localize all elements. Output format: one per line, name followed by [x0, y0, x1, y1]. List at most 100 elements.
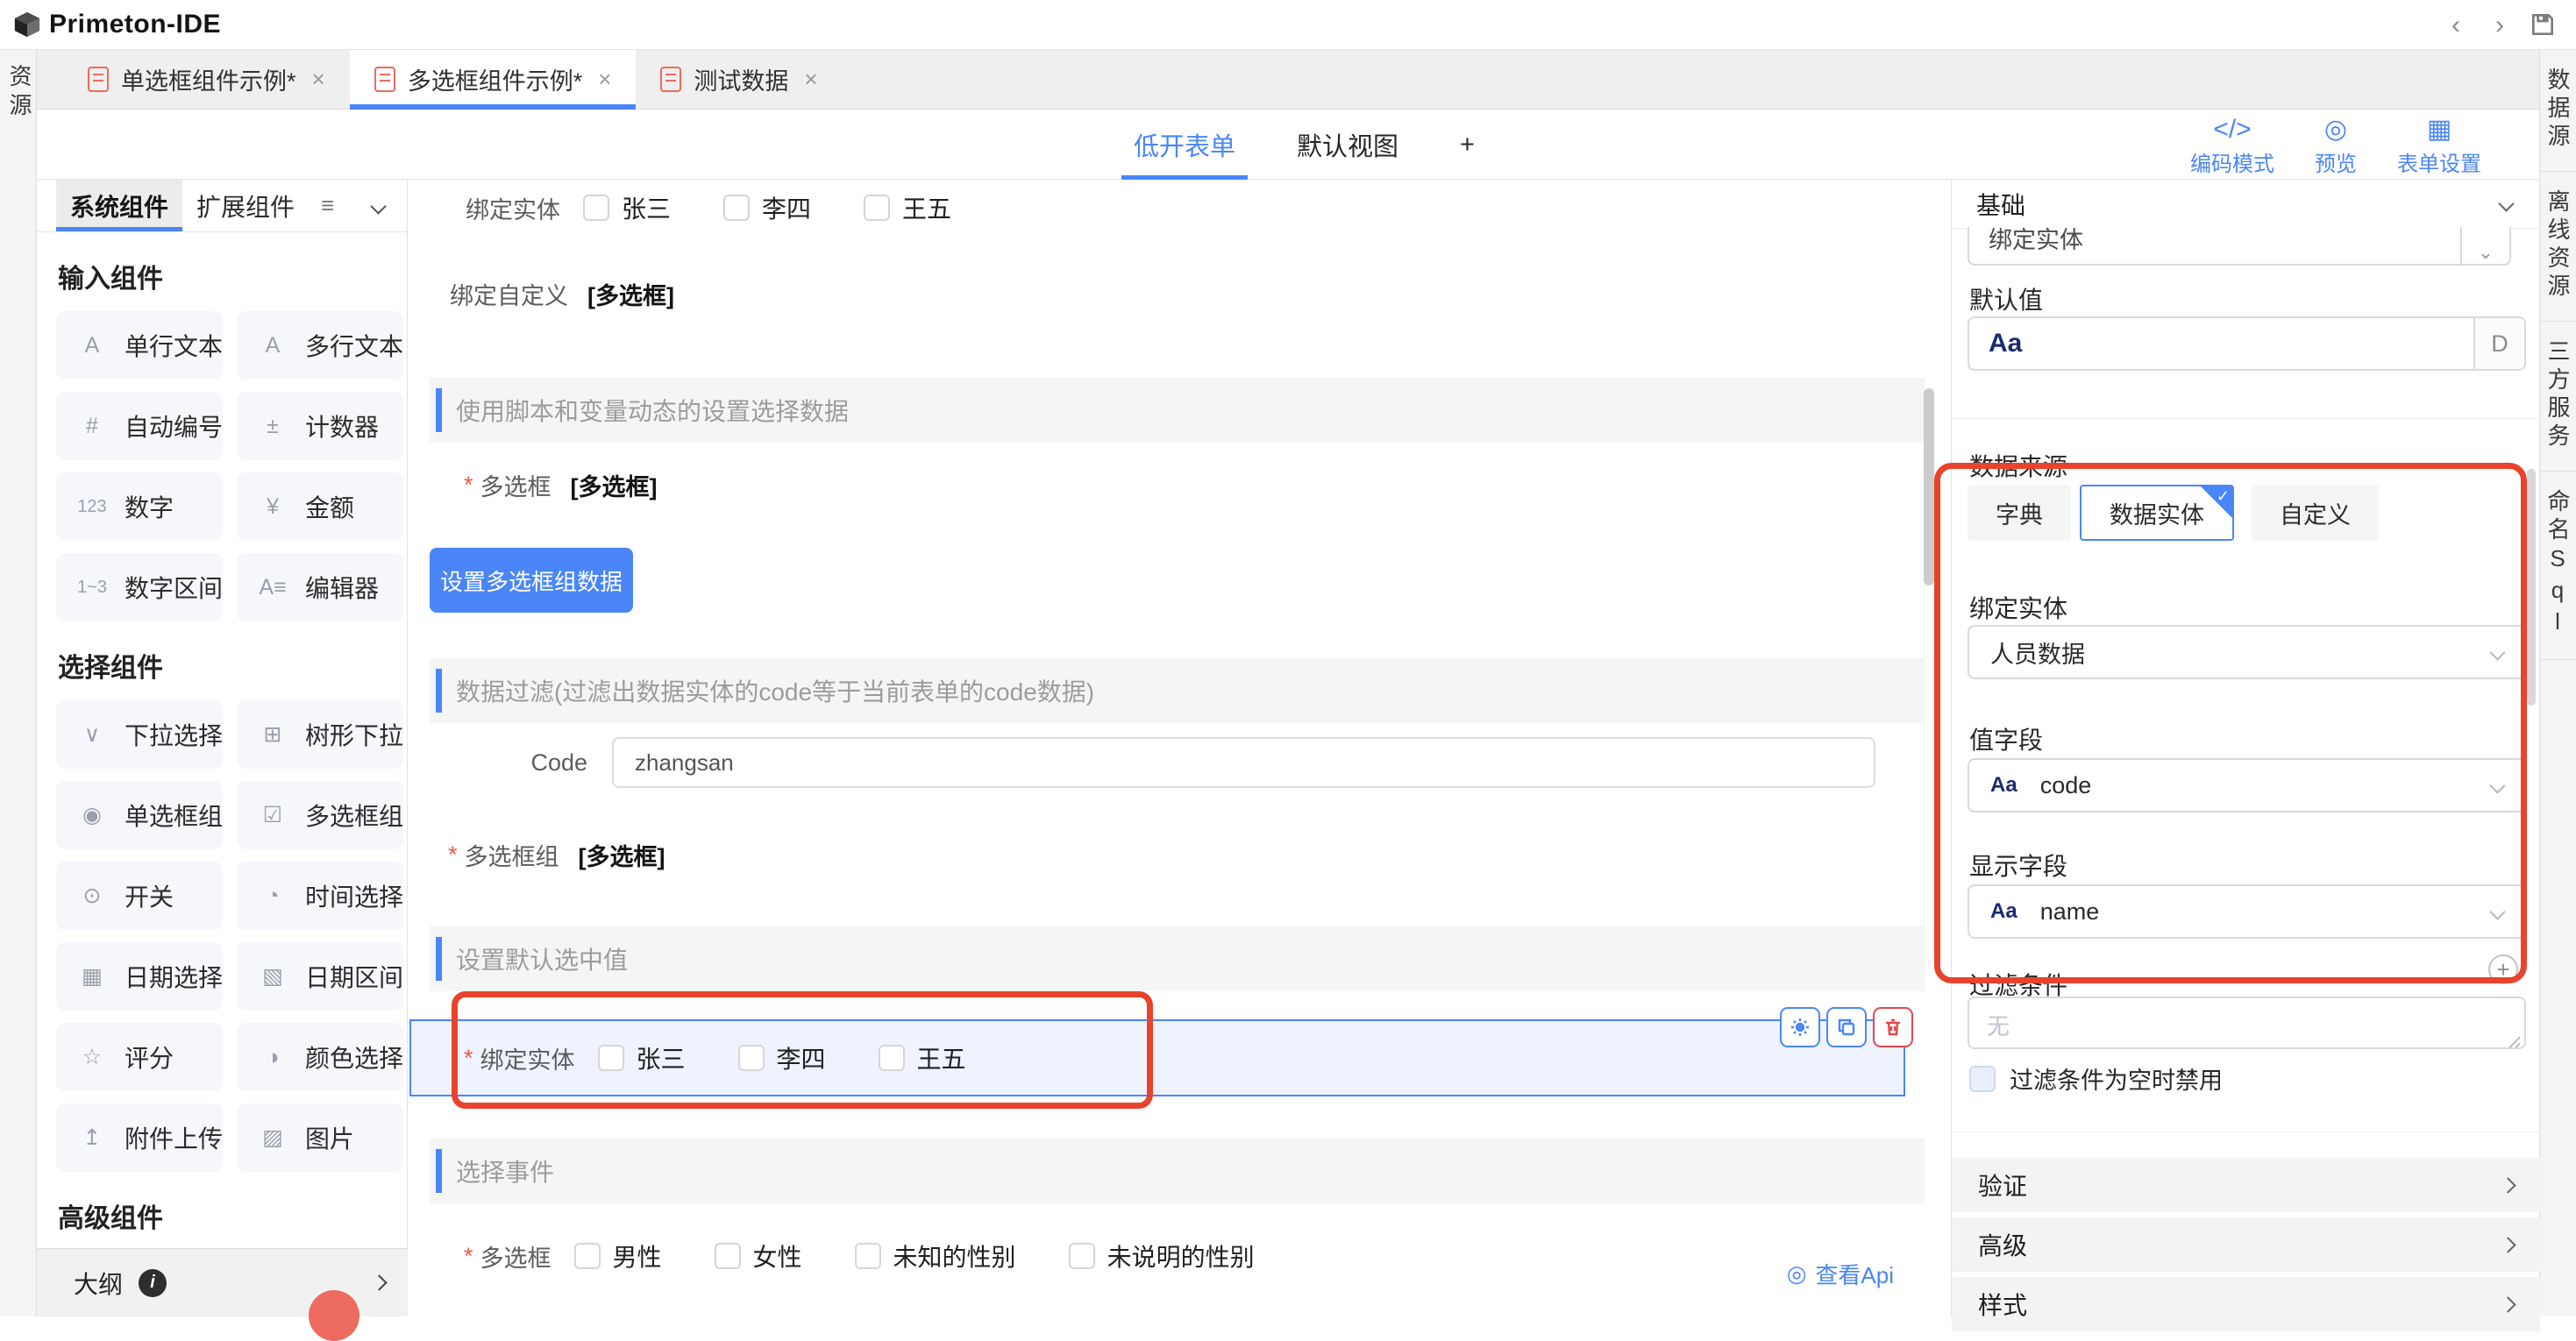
code-input[interactable] [612, 737, 1875, 788]
palette-item-image[interactable]: ▨图片 [237, 1103, 403, 1172]
palette-item-multi-line-text[interactable]: A多行文本 [237, 311, 403, 380]
doc-tab-checkbox-example[interactable]: 多选框组件示例* × [350, 50, 637, 109]
source-tab-dictionary[interactable]: 字典 [1968, 485, 2071, 541]
settings-gear-button[interactable] [1780, 1007, 1820, 1047]
notification-badge[interactable] [309, 1290, 359, 1341]
palette-item-attachment-upload[interactable]: ↥附件上传 [56, 1103, 223, 1172]
doc-tab-test-data[interactable]: 测试数据 × [636, 50, 842, 109]
close-icon[interactable]: × [598, 66, 611, 93]
palette-item-auto-number[interactable]: #自动编号 [56, 392, 223, 460]
filter-condition-textarea[interactable] [1968, 997, 2526, 1049]
palette-item-date-range[interactable]: ▧日期区间 [237, 942, 403, 1011]
doc-tab-radio-example[interactable]: 单选框组件示例* × [63, 50, 350, 109]
add-view-button[interactable]: + [1455, 110, 1480, 180]
add-filter-icon[interactable]: + [2488, 954, 2518, 984]
checkbox[interactable] [598, 1045, 624, 1071]
palette-item-date-picker[interactable]: ▦日期选择 [56, 942, 223, 1011]
checkbox[interactable] [715, 1243, 741, 1269]
set-checkbox-data-button[interactable]: 设置多选框组数据 [430, 548, 633, 613]
checkbox[interactable] [574, 1243, 601, 1269]
form-settings-button[interactable]: ▦ 表单设置 [2397, 115, 2481, 177]
save-icon[interactable] [2529, 11, 2557, 39]
section-header-advanced[interactable]: 高级 [1952, 1217, 2540, 1272]
default-value-input[interactable]: Aa D [1968, 316, 2526, 371]
checkbox[interactable] [864, 195, 890, 221]
form-row-multiselect-group[interactable]: * 多选框组 [多选框] [448, 832, 665, 877]
checkbox[interactable] [1069, 1243, 1095, 1269]
form-row-bind-custom[interactable]: 绑定自定义 [多选框] [450, 271, 674, 316]
default-suffix-button[interactable]: D [2473, 318, 2524, 369]
checkbox[interactable] [1969, 1066, 1996, 1092]
palette-item-time-picker[interactable]: ◔时间选择 [237, 862, 403, 930]
palette-item-radio-group[interactable]: ◉单选框组 [56, 781, 223, 849]
resize-handle[interactable] [2508, 1035, 2520, 1047]
bind-entity-select[interactable]: 人员数据 [1968, 625, 2526, 679]
palette-item-number[interactable]: 123数字 [56, 472, 223, 541]
form-row-multiselect-1[interactable]: * 多选框 [多选框] [464, 462, 658, 507]
rail-item-datasource[interactable]: 数据源 [2540, 50, 2576, 172]
checkbox-option[interactable]: 未知的性别 [855, 1238, 1016, 1274]
form-row-bind-entity[interactable]: 绑定实体 张三 李四 王五 [466, 185, 1004, 231]
form-row-selected-bind-entity[interactable]: * 绑定实体 张三 李四 王五 [409, 1019, 1905, 1096]
inspector-scrollbar[interactable] [2527, 469, 2536, 706]
canvas-scrollbar[interactable] [1924, 388, 1934, 585]
checkbox-option[interactable]: 王五 [879, 1040, 966, 1075]
tab-lowcode-form[interactable]: 低开表单 [1128, 110, 1241, 180]
preview-button[interactable]: ◎ 预览 [2315, 115, 2357, 177]
tab-system-components[interactable]: 系统组件 [56, 180, 182, 231]
palette-item-checkbox-group[interactable]: ☑多选框组 [237, 781, 403, 849]
rail-item-resources[interactable]: 资源 [0, 64, 36, 122]
tab-extension-components[interactable]: 扩展组件 [182, 180, 309, 231]
rail-item-named-sql[interactable]: 命名Sql [2540, 472, 2576, 660]
rail-item-offline-resources[interactable]: 离线资源 [2540, 172, 2576, 322]
copy-button[interactable] [1826, 1007, 1867, 1047]
checkbox-option[interactable]: 李四 [738, 1040, 826, 1075]
palette-item-dropdown[interactable]: ∨下拉选择 [56, 700, 223, 769]
chevron-down-icon[interactable] [370, 198, 386, 214]
close-icon[interactable]: × [804, 66, 817, 93]
checkbox-option[interactable]: 张三 [583, 190, 671, 225]
value-field-select[interactable]: Aa code [1968, 758, 2526, 812]
palette-grid-input: A单行文本 A多行文本 #自动编号 ±计数器 123数字 ¥金额 1~3数字区间… [56, 311, 388, 621]
section-header-validation[interactable]: 验证 [1952, 1158, 2540, 1212]
code-mode-button[interactable]: </> 编码模式 [2190, 115, 2274, 177]
palette-item-editor[interactable]: A≡编辑器 [237, 553, 403, 621]
chevron-right-icon[interactable] [371, 1274, 387, 1290]
checkbox-option[interactable]: 张三 [598, 1040, 686, 1075]
filter-disable-checkbox-row[interactable]: 过滤条件为空时禁用 [1969, 1061, 2223, 1096]
list-icon[interactable]: ≡ [321, 192, 334, 219]
palette-item-tree-dropdown[interactable]: ⊞树形下拉 [237, 700, 403, 769]
palette-item-color-picker[interactable]: ◑颜色选择 [237, 1023, 403, 1091]
checkbox[interactable] [738, 1045, 765, 1071]
form-row-code[interactable]: Code [460, 737, 1907, 788]
checkbox-option[interactable]: 李四 [723, 190, 811, 225]
section-header-style[interactable]: 样式 [1952, 1277, 2540, 1331]
nav-back-button[interactable]: ‹ [2443, 12, 2469, 39]
rail-item-third-party-services[interactable]: 三方服务 [2540, 322, 2576, 472]
tab-default-view[interactable]: 默认视图 [1292, 110, 1404, 180]
delete-button[interactable] [1873, 1007, 1913, 1047]
checkbox[interactable] [879, 1045, 905, 1071]
palette-item-single-line-text[interactable]: A单行文本 [56, 311, 223, 380]
palette-item-rating[interactable]: ☆评分 [56, 1023, 223, 1091]
checkbox[interactable] [855, 1243, 881, 1269]
nav-forward-button[interactable]: › [2487, 12, 2513, 39]
checkbox[interactable] [583, 195, 609, 221]
checkbox-option[interactable]: 王五 [864, 190, 951, 225]
section-header-basic[interactable]: 基础 [1952, 180, 2540, 229]
source-tab-custom[interactable]: 自定义 [2252, 485, 2379, 541]
palette-item-currency[interactable]: ¥金额 [237, 472, 403, 541]
checkbox-option[interactable]: 未说明的性别 [1069, 1238, 1255, 1274]
close-icon[interactable]: × [312, 66, 325, 93]
palette-item-number-range[interactable]: 1~3数字区间 [56, 553, 223, 621]
source-tab-data-entity[interactable]: 数据实体 ✓ [2080, 485, 2234, 541]
palette-item-counter[interactable]: ±计数器 [237, 392, 403, 460]
checkbox[interactable] [723, 195, 750, 221]
palette-item-switch[interactable]: ⊙开关 [56, 862, 223, 930]
checkbox-option[interactable]: 女性 [715, 1238, 802, 1274]
display-field-select[interactable]: Aa name [1968, 884, 2526, 939]
checkbox-option[interactable]: 男性 [574, 1238, 662, 1274]
view-api-link[interactable]: ◎ 查看Api [1787, 1258, 1894, 1290]
bind-entity-clipped-select[interactable]: 绑定实体 ⌄ [1968, 227, 2511, 266]
form-row-gender[interactable]: * 多选框 男性 女性 未知的性别 未说明的性别 [464, 1233, 1307, 1279]
